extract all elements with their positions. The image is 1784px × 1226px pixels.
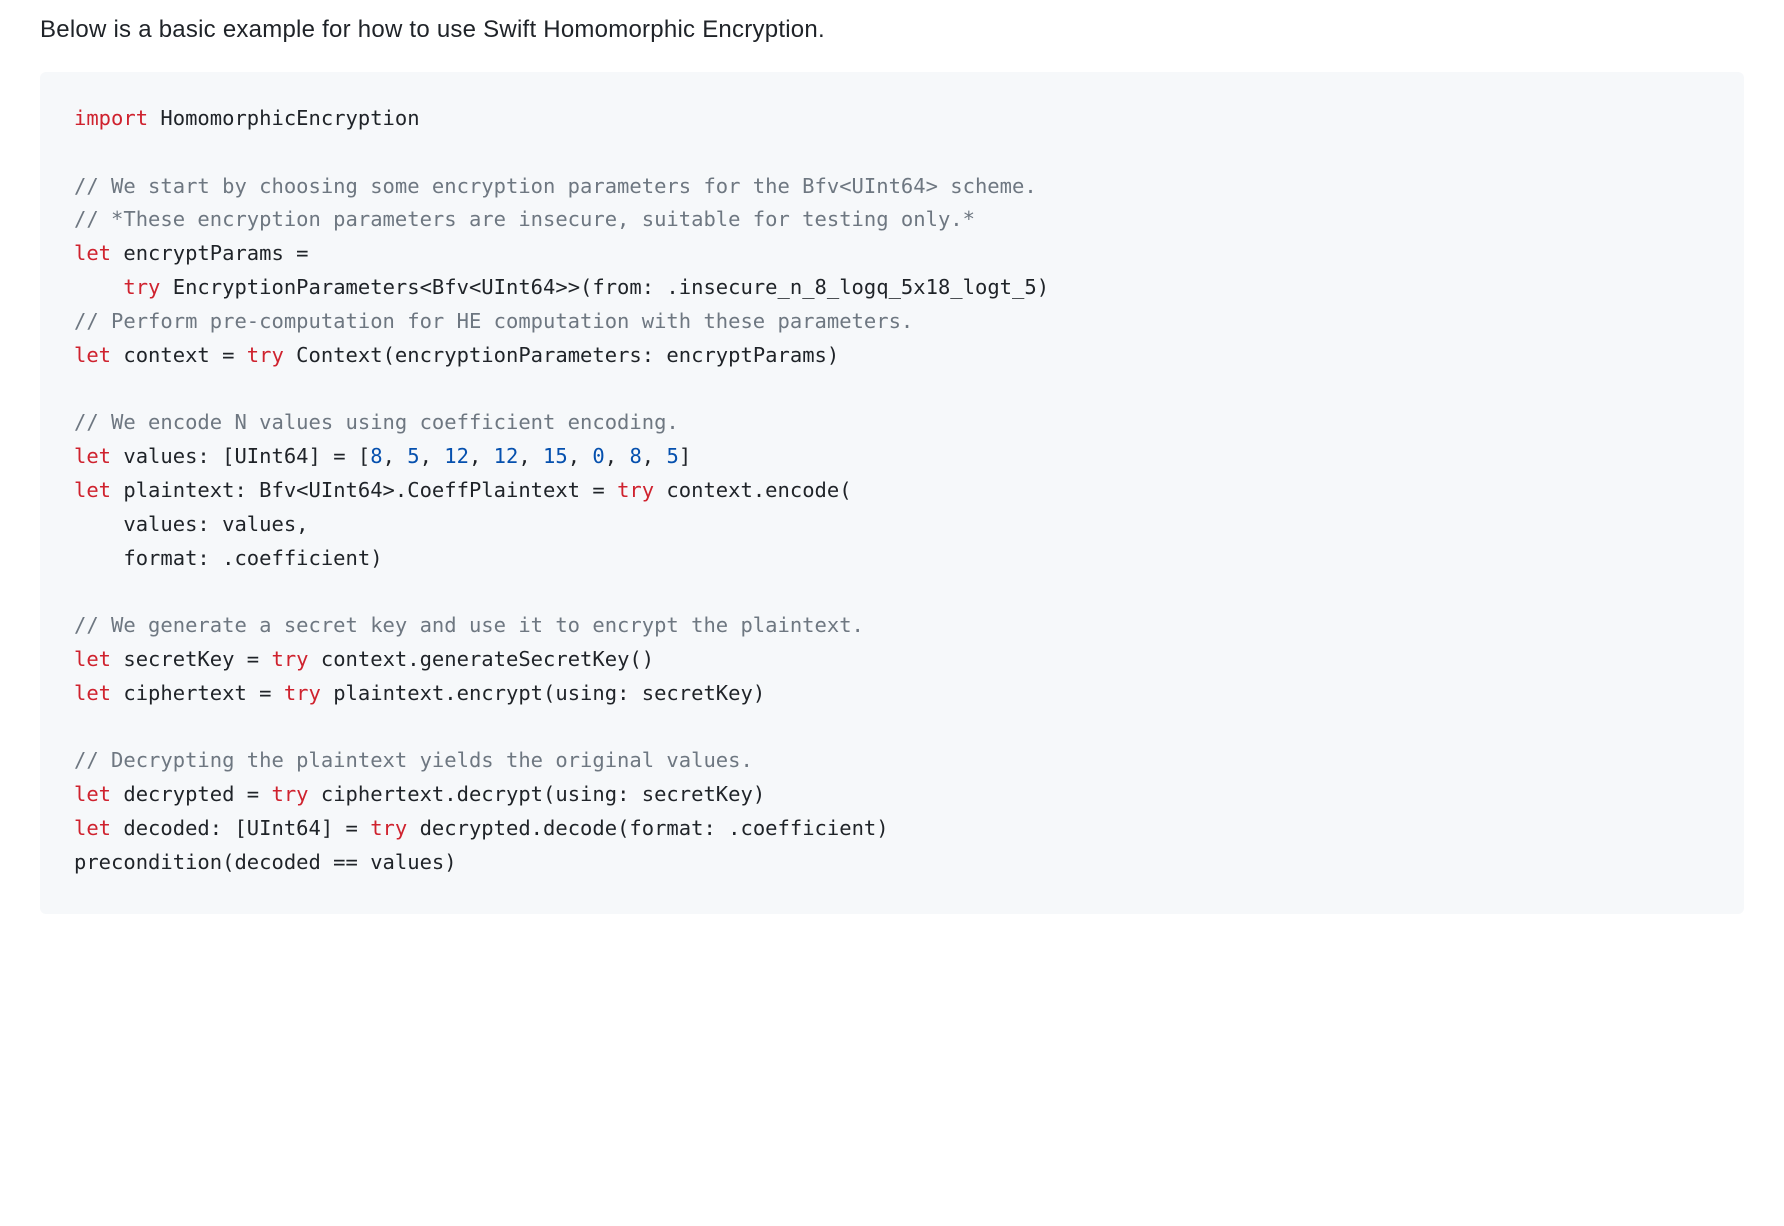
code-line: // Perform pre-computation for HE comput… [74, 309, 913, 333]
code-line: let values: [UInt64] = [8, 5, 12, 12, 15… [74, 444, 691, 468]
code-token-num: 5 [666, 444, 678, 468]
code-token-txt: , [518, 444, 543, 468]
code-token-txt: plaintext.encrypt(using: secretKey) [321, 681, 765, 705]
code-token-txt: HomomorphicEncryption [148, 106, 420, 130]
code-token-kw: try [284, 681, 321, 705]
code-token-txt: , [568, 444, 593, 468]
code-line: precondition(decoded == values) [74, 850, 457, 874]
code-line: values: values, [74, 512, 309, 536]
code-token-txt: , [383, 444, 408, 468]
code-token-txt: , [420, 444, 445, 468]
code-line: // We generate a secret key and use it t… [74, 613, 864, 637]
code-token-num: 5 [407, 444, 419, 468]
code-token-kw: try [247, 343, 284, 367]
code-token-txt: context = [111, 343, 247, 367]
code-line: let encryptParams = [74, 241, 309, 265]
code-line: let ciphertext = try plaintext.encrypt(u… [74, 681, 765, 705]
code-token-cmt: // We start by choosing some encryption … [74, 174, 1037, 198]
code-token-kw: let [74, 681, 111, 705]
code-token-kw: import [74, 106, 148, 130]
code-token-kw: try [617, 478, 654, 502]
code-token-kw: let [74, 647, 111, 671]
code-token-txt: ciphertext = [111, 681, 284, 705]
code-token-txt: EncryptionParameters<Bfv<UInt64>>(from: … [160, 275, 1049, 299]
code-line: // We encode N values using coefficient … [74, 410, 679, 434]
code-line: // We start by choosing some encryption … [74, 174, 1037, 198]
code-line: import HomomorphicEncryption [74, 106, 420, 130]
code-token-cmt: // We encode N values using coefficient … [74, 410, 679, 434]
code-line: let plaintext: Bfv<UInt64>.CoeffPlaintex… [74, 478, 852, 502]
code-token-cmt: // Perform pre-computation for HE comput… [74, 309, 913, 333]
code-token-txt: values: [UInt64] = [ [111, 444, 370, 468]
code-token-kw: let [74, 444, 111, 468]
intro-paragraph: Below is a basic example for how to use … [40, 12, 1744, 48]
code-token-txt: plaintext: Bfv<UInt64>.CoeffPlaintext = [111, 478, 617, 502]
code-token-kw: let [74, 782, 111, 806]
code-token-txt: ] [679, 444, 691, 468]
code-line: // Decrypting the plaintext yields the o… [74, 748, 753, 772]
code-line: let decrypted = try ciphertext.decrypt(u… [74, 782, 765, 806]
code-token-num: 12 [444, 444, 469, 468]
code-token-txt: , [605, 444, 630, 468]
code-token-txt: ciphertext.decrypt(using: secretKey) [309, 782, 766, 806]
code-token-txt: secretKey = [111, 647, 271, 671]
code-token-txt: decrypted.decode(format: .coefficient) [407, 816, 888, 840]
code-token-txt: context.generateSecretKey() [309, 647, 655, 671]
code-token-txt [74, 275, 123, 299]
code-token-cmt: // *These encryption parameters are inse… [74, 207, 975, 231]
code-token-txt: , [469, 444, 494, 468]
document-container: Below is a basic example for how to use … [0, 12, 1784, 954]
code-token-kw: try [123, 275, 160, 299]
code-line: let context = try Context(encryptionPara… [74, 343, 839, 367]
code-token-num: 0 [592, 444, 604, 468]
code-token-txt: context.encode( [654, 478, 851, 502]
code-token-txt: Context(encryptionParameters: encryptPar… [284, 343, 839, 367]
code-token-txt: encryptParams = [111, 241, 308, 265]
code-token-kw: let [74, 478, 111, 502]
code-token-num: 15 [543, 444, 568, 468]
code-token-txt: , [642, 444, 667, 468]
code-token-kw: let [74, 816, 111, 840]
code-token-txt: values: values, [74, 512, 309, 536]
code-line: try EncryptionParameters<Bfv<UInt64>>(fr… [74, 275, 1049, 299]
code-line: // *These encryption parameters are inse… [74, 207, 975, 231]
code-token-cmt: // Decrypting the plaintext yields the o… [74, 748, 753, 772]
code-token-num: 8 [370, 444, 382, 468]
code-token-txt: format: .coefficient) [74, 546, 383, 570]
code-token-num: 12 [494, 444, 519, 468]
code-line: format: .coefficient) [74, 546, 383, 570]
code-token-txt: decoded: [UInt64] = [111, 816, 370, 840]
code-line: let decoded: [UInt64] = try decrypted.de… [74, 816, 889, 840]
code-token-kw: let [74, 241, 111, 265]
code-token-cmt: // We generate a secret key and use it t… [74, 613, 864, 637]
code-block: import HomomorphicEncryption // We start… [40, 72, 1744, 914]
code-token-kw: let [74, 343, 111, 367]
code-token-txt: precondition(decoded == values) [74, 850, 457, 874]
code-token-kw: try [271, 647, 308, 671]
code-token-kw: try [370, 816, 407, 840]
code-token-txt: decrypted = [111, 782, 271, 806]
code-line: let secretKey = try context.generateSecr… [74, 647, 654, 671]
code-token-kw: try [271, 782, 308, 806]
code-token-num: 8 [629, 444, 641, 468]
